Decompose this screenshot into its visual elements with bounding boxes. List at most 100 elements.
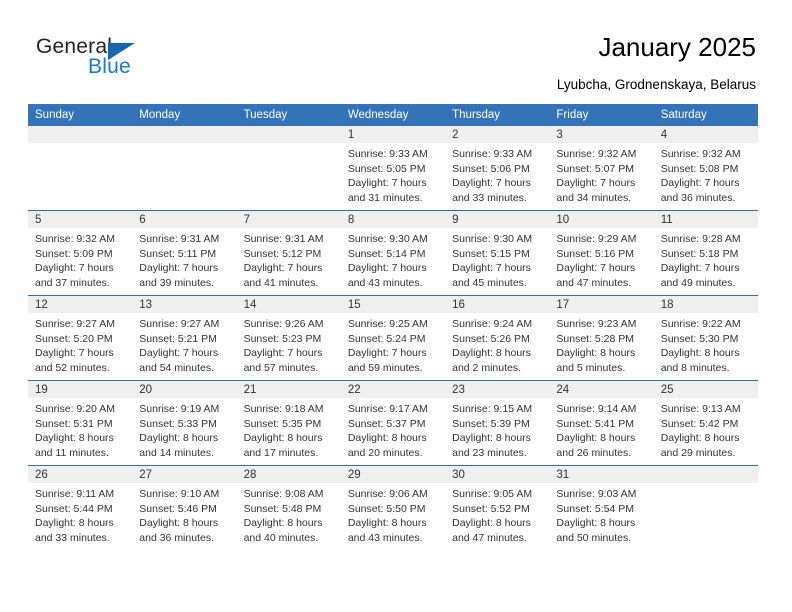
calendar-day-cell[interactable]: 29 Sunrise: 9:06 AM Sunset: 5:50 PM Dayligh… bbox=[340, 465, 446, 550]
calendar-day-cell[interactable]: 1 Sunrise: 9:33 AM Sunset: 5:05 PM Daylight… bbox=[340, 126, 446, 211]
day-detail-line: Sunset: 5:14 PM bbox=[347, 247, 426, 260]
weekday-header-thursday: Thursday bbox=[445, 104, 550, 126]
calendar-day-cell[interactable]: 27 Sunrise: 9:10 AM Sunset: 5:46 PM Dayligh… bbox=[132, 465, 237, 550]
day-detail-line: Daylight: 7 hours bbox=[660, 262, 740, 275]
day-details: Sunrise: 9:26 AM Sunset: 5:23 PM Daylight:… bbox=[237, 313, 341, 375]
calendar-day-cell[interactable]: 15 Sunrise: 9:25 AM Sunset: 5:24 PM Dayligh… bbox=[340, 295, 446, 381]
calendar-day-cell[interactable]: 18 Sunrise: 9:22 AM Sunset: 5:30 PM Dayligh… bbox=[653, 295, 758, 381]
calendar-day-cell[interactable]: 25 Sunrise: 9:13 AM Sunset: 5:42 PM Dayligh… bbox=[653, 380, 758, 466]
day-detail-line: and 57 minutes. bbox=[243, 361, 319, 374]
calendar-day-cell[interactable]: 8 Sunrise: 9:30 AM Sunset: 5:14 PM Daylight… bbox=[340, 210, 446, 296]
day-number bbox=[28, 126, 133, 143]
day-detail-line: Sunrise: 9:32 AM bbox=[35, 233, 115, 245]
calendar-day-cell[interactable] bbox=[132, 126, 237, 211]
day-detail-line: Sunset: 5:16 PM bbox=[556, 247, 635, 260]
day-number: 23 bbox=[445, 381, 550, 398]
calendar-header-row: Sunday Monday Tuesday Wednesday Thursday… bbox=[28, 104, 758, 126]
day-detail-line: Sunset: 5:48 PM bbox=[243, 502, 322, 515]
day-details: Sunrise: 9:32 AM Sunset: 5:07 PM Daylight:… bbox=[549, 143, 653, 205]
calendar-day-cell[interactable]: 31 Sunrise: 9:03 AM Sunset: 5:54 PM Dayligh… bbox=[549, 465, 654, 550]
day-detail-line: Sunset: 5:35 PM bbox=[243, 417, 322, 430]
day-detail-line: and 5 minutes. bbox=[556, 361, 626, 374]
day-detail-line: Sunrise: 9:19 AM bbox=[139, 403, 220, 415]
calendar-day-cell[interactable]: 4 Sunrise: 9:32 AM Sunset: 5:08 PM Daylight… bbox=[653, 126, 758, 211]
day-detail-line: Sunrise: 9:03 AM bbox=[556, 488, 637, 500]
day-detail-line: and 2 minutes. bbox=[452, 361, 522, 374]
calendar-day-cell[interactable]: 16 Sunrise: 9:24 AM Sunset: 5:26 PM Dayligh… bbox=[445, 295, 550, 381]
calendar-day-cell[interactable]: 26 Sunrise: 9:11 AM Sunset: 5:44 PM Dayligh… bbox=[28, 465, 133, 550]
day-detail-line: Daylight: 7 hours bbox=[243, 347, 323, 360]
calendar-day-cell[interactable]: 22 Sunrise: 9:17 AM Sunset: 5:37 PM Dayligh… bbox=[340, 380, 446, 466]
day-number bbox=[653, 466, 758, 483]
day-cell-content: 3 Sunrise: 9:32 AM Sunset: 5:07 PM Daylight… bbox=[549, 126, 654, 210]
day-number: 6 bbox=[132, 211, 237, 228]
day-detail-line: Sunset: 5:20 PM bbox=[35, 332, 113, 345]
day-details: Sunrise: 9:10 AM Sunset: 5:46 PM Daylight:… bbox=[132, 483, 236, 545]
calendar-day-cell[interactable]: 14 Sunrise: 9:26 AM Sunset: 5:23 PM Dayligh… bbox=[236, 295, 341, 381]
day-cell-content: 16 Sunrise: 9:24 AM Sunset: 5:26 PM Dayligh… bbox=[445, 296, 550, 380]
calendar-day-cell[interactable]: 30 Sunrise: 9:05 AM Sunset: 5:52 PM Dayligh… bbox=[445, 465, 550, 550]
day-detail-line: Sunset: 5:50 PM bbox=[347, 502, 426, 515]
day-detail-line: Sunrise: 9:11 AM bbox=[35, 488, 115, 500]
day-detail-line: and 36 minutes. bbox=[139, 531, 214, 544]
day-cell-content: 9 Sunrise: 9:30 AM Sunset: 5:15 PM Daylight… bbox=[445, 211, 550, 295]
day-details: Sunrise: 9:33 AM Sunset: 5:05 PM Daylight:… bbox=[341, 143, 445, 205]
calendar-day-cell[interactable]: 7 Sunrise: 9:31 AM Sunset: 5:12 PM Daylight… bbox=[236, 210, 341, 296]
day-detail-line: and 17 minutes. bbox=[243, 446, 319, 459]
general-blue-logo: General Blue bbox=[36, 36, 236, 88]
day-number: 21 bbox=[236, 381, 341, 398]
day-detail-line: Daylight: 8 hours bbox=[347, 517, 427, 530]
calendar-day-cell[interactable]: 24 Sunrise: 9:14 AM Sunset: 5:41 PM Dayligh… bbox=[549, 380, 654, 466]
day-details: Sunrise: 9:29 AM Sunset: 5:16 PM Daylight:… bbox=[549, 228, 653, 290]
calendar-day-cell[interactable] bbox=[653, 465, 758, 550]
day-cell-content: 21 Sunrise: 9:18 AM Sunset: 5:35 PM Dayligh… bbox=[236, 381, 341, 465]
calendar-day-cell[interactable]: 21 Sunrise: 9:18 AM Sunset: 5:35 PM Dayligh… bbox=[236, 380, 341, 466]
day-number: 16 bbox=[445, 296, 550, 313]
calendar-day-cell[interactable]: 12 Sunrise: 9:27 AM Sunset: 5:20 PM Dayligh… bbox=[28, 295, 133, 381]
day-detail-line: Daylight: 8 hours bbox=[35, 432, 114, 445]
calendar-day-cell[interactable] bbox=[28, 126, 133, 211]
calendar-day-cell[interactable]: 28 Sunrise: 9:08 AM Sunset: 5:48 PM Dayligh… bbox=[236, 465, 341, 550]
day-detail-line: Daylight: 8 hours bbox=[556, 432, 636, 445]
calendar-day-cell[interactable]: 9 Sunrise: 9:30 AM Sunset: 5:15 PM Daylight… bbox=[445, 210, 550, 296]
calendar-day-cell[interactable]: 13 Sunrise: 9:27 AM Sunset: 5:21 PM Dayligh… bbox=[132, 295, 237, 381]
calendar-day-cell[interactable]: 5 Sunrise: 9:32 AM Sunset: 5:09 PM Daylight… bbox=[28, 210, 133, 296]
day-detail-line: and 54 minutes. bbox=[139, 361, 214, 374]
day-detail-line: Sunrise: 9:30 AM bbox=[347, 233, 428, 245]
calendar-day-cell[interactable]: 3 Sunrise: 9:32 AM Sunset: 5:07 PM Daylight… bbox=[549, 126, 654, 211]
day-detail-line: Daylight: 8 hours bbox=[556, 347, 636, 360]
calendar-day-cell[interactable]: 2 Sunrise: 9:33 AM Sunset: 5:06 PM Daylight… bbox=[445, 126, 550, 211]
day-detail-line: Sunset: 5:23 PM bbox=[243, 332, 322, 345]
day-detail-line: Sunset: 5:30 PM bbox=[660, 332, 739, 345]
day-detail-line: Sunrise: 9:15 AM bbox=[452, 403, 533, 415]
day-details: Sunrise: 9:22 AM Sunset: 5:30 PM Daylight:… bbox=[654, 313, 758, 375]
calendar-day-cell[interactable]: 23 Sunrise: 9:15 AM Sunset: 5:39 PM Dayligh… bbox=[445, 380, 550, 466]
day-cell-content: 4 Sunrise: 9:32 AM Sunset: 5:08 PM Daylight… bbox=[653, 126, 758, 210]
calendar-day-cell[interactable]: 11 Sunrise: 9:28 AM Sunset: 5:18 PM Dayligh… bbox=[653, 210, 758, 296]
day-details: Sunrise: 9:30 AM Sunset: 5:15 PM Daylight:… bbox=[445, 228, 549, 290]
calendar-body: 1 Sunrise: 9:33 AM Sunset: 5:05 PM Daylight… bbox=[28, 126, 758, 550]
page-subtitle: Lyubcha, Grodnenskaya, Belarus bbox=[556, 77, 756, 92]
calendar-day-cell[interactable] bbox=[236, 126, 341, 211]
day-detail-line: and 50 minutes. bbox=[556, 531, 632, 544]
calendar-day-cell[interactable]: 17 Sunrise: 9:23 AM Sunset: 5:28 PM Dayligh… bbox=[549, 295, 654, 381]
day-detail-line: and 36 minutes. bbox=[660, 191, 736, 204]
calendar-day-cell[interactable]: 10 Sunrise: 9:29 AM Sunset: 5:16 PM Dayligh… bbox=[549, 210, 654, 296]
calendar-grid: Sunday Monday Tuesday Wednesday Thursday… bbox=[28, 104, 758, 550]
day-cell-content: 5 Sunrise: 9:32 AM Sunset: 5:09 PM Daylight… bbox=[28, 211, 133, 295]
day-detail-line: Daylight: 8 hours bbox=[347, 432, 427, 445]
calendar-day-cell[interactable]: 20 Sunrise: 9:19 AM Sunset: 5:33 PM Dayligh… bbox=[132, 380, 237, 466]
calendar-day-cell[interactable]: 19 Sunrise: 9:20 AM Sunset: 5:31 PM Dayligh… bbox=[28, 380, 133, 466]
day-details: Sunrise: 9:05 AM Sunset: 5:52 PM Daylight:… bbox=[445, 483, 549, 545]
calendar-day-cell[interactable]: 6 Sunrise: 9:31 AM Sunset: 5:11 PM Daylight… bbox=[132, 210, 237, 296]
day-detail-line: Sunset: 5:28 PM bbox=[556, 332, 635, 345]
day-detail-line: Sunrise: 9:10 AM bbox=[139, 488, 220, 500]
day-details: Sunrise: 9:32 AM Sunset: 5:08 PM Daylight:… bbox=[654, 143, 758, 205]
day-number: 15 bbox=[340, 296, 446, 313]
day-detail-line: Daylight: 7 hours bbox=[452, 262, 531, 275]
day-number: 24 bbox=[549, 381, 654, 398]
day-detail-line: and 47 minutes. bbox=[452, 531, 527, 544]
day-cell-content bbox=[653, 466, 758, 550]
day-detail-line: Sunrise: 9:33 AM bbox=[452, 148, 533, 160]
calendar-week-row: 19 Sunrise: 9:20 AM Sunset: 5:31 PM Dayligh… bbox=[28, 380, 758, 466]
